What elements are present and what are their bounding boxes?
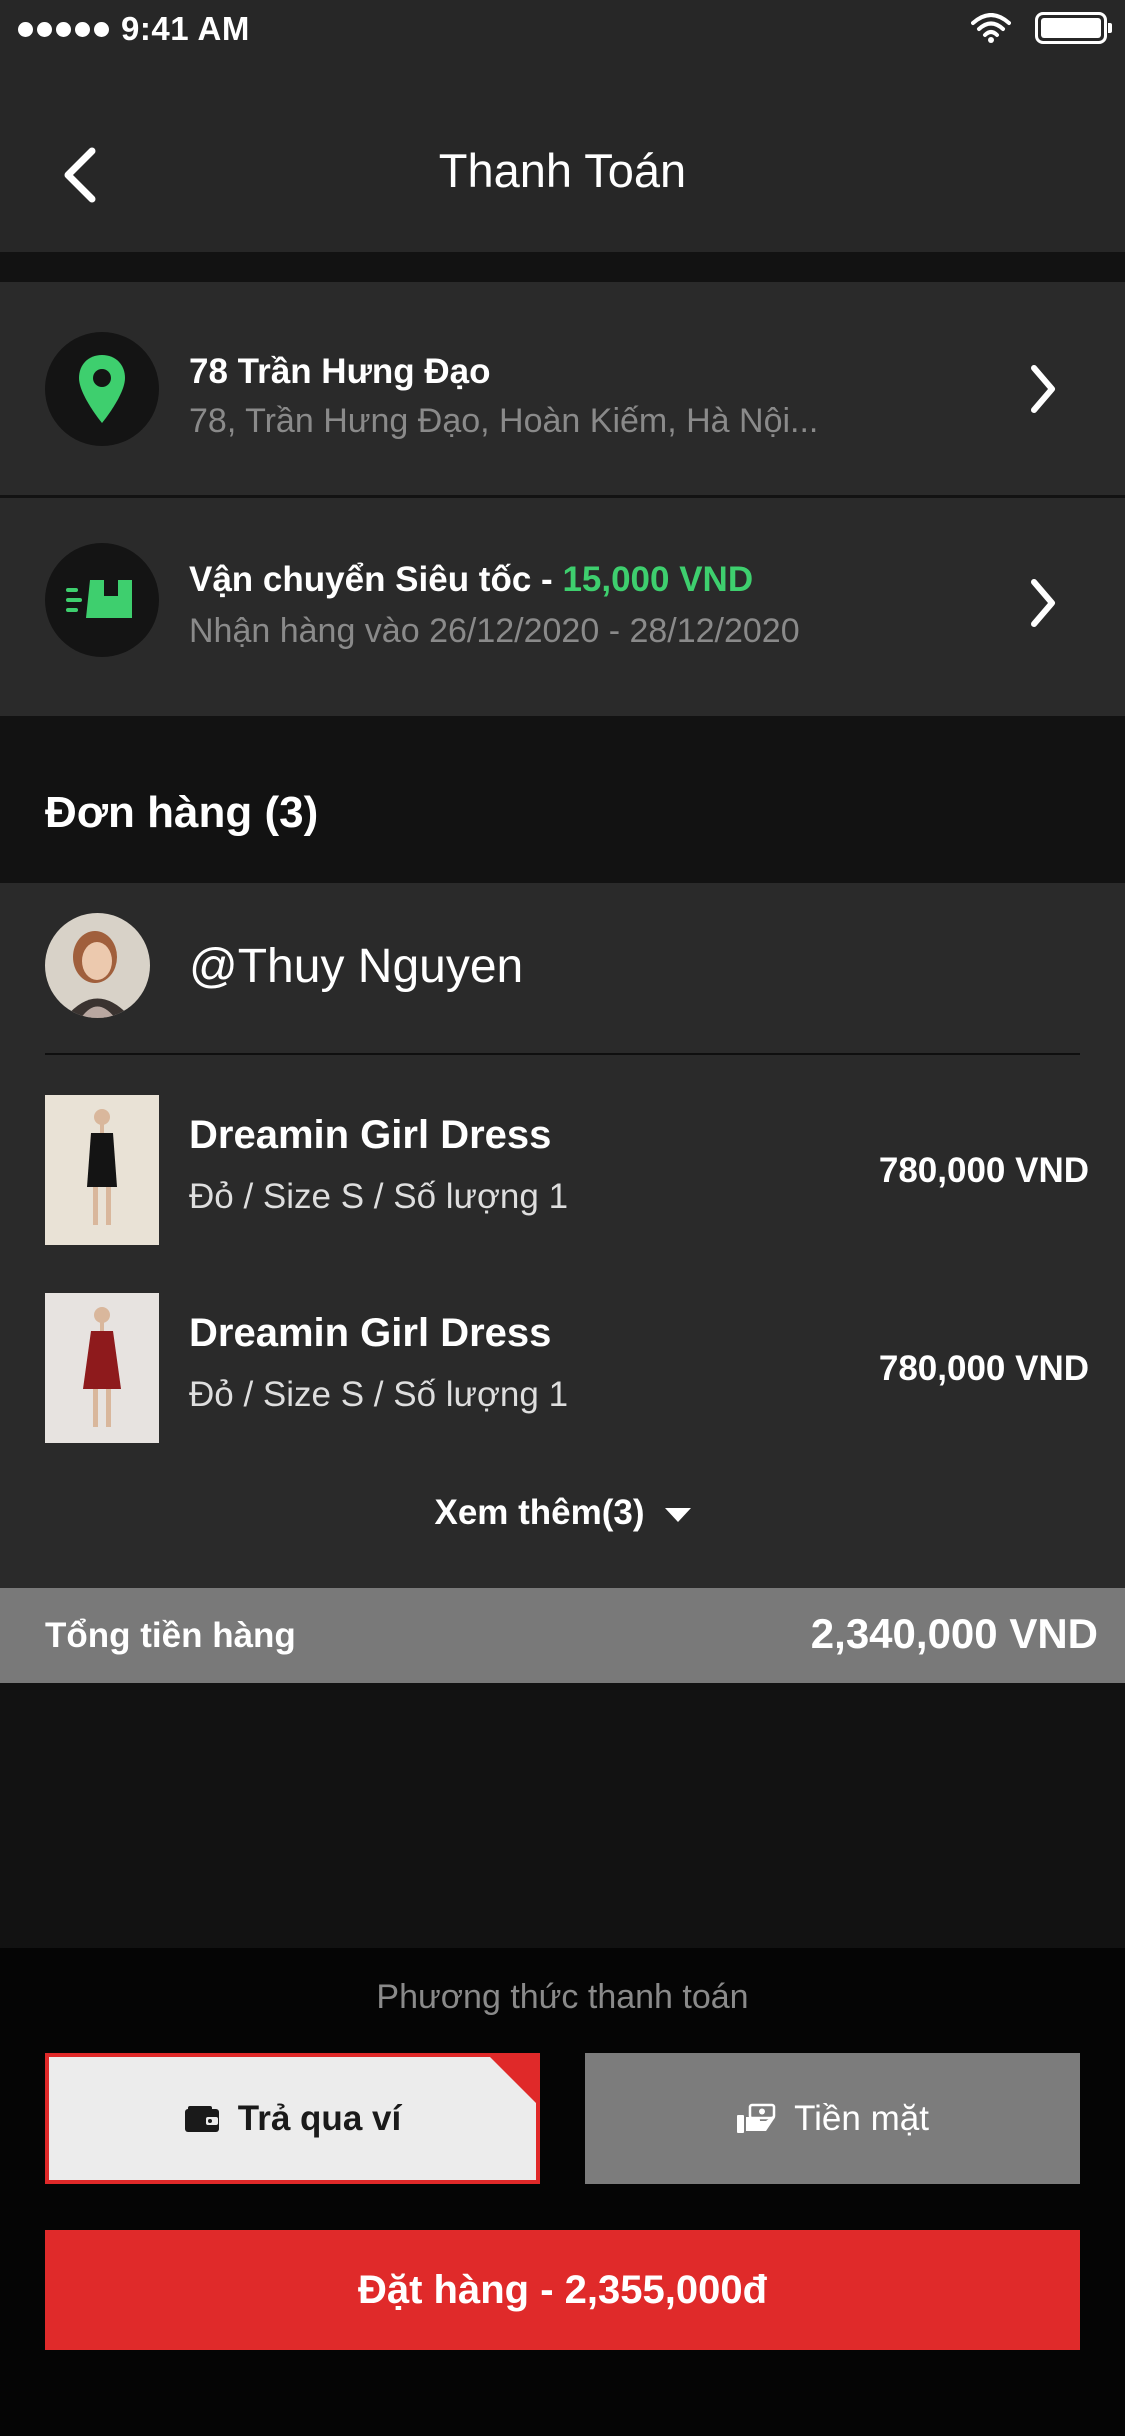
location-pin-icon	[79, 355, 125, 423]
product-item[interactable]: Dreamin Girl Dress Đỏ / Size S / Số lượn…	[0, 1095, 1125, 1245]
address-title: 78 Trần Hưng Đạo	[189, 352, 491, 391]
product-name: Dreamin Girl Dress	[189, 1311, 552, 1355]
status-right	[971, 12, 1112, 44]
product-item[interactable]: Dreamin Girl Dress Đỏ / Size S / Số lượn…	[0, 1293, 1125, 1443]
pay-wallet-button[interactable]: Trả qua ví	[45, 2053, 540, 2184]
wifi-icon	[971, 13, 1011, 43]
wallet-icon	[184, 2105, 219, 2132]
pay-cash-label: Tiền mặt	[794, 2098, 929, 2138]
product-thumbnail	[45, 1095, 159, 1245]
page-title: Thanh Toán	[438, 144, 687, 197]
product-variant: Đỏ / Size S / Số lượng 1	[189, 1375, 569, 1414]
product-variant: Đỏ / Size S / Số lượng 1	[189, 1177, 569, 1216]
selected-corner-indicator	[490, 2057, 536, 2103]
payment-method-label: Phương thức thanh toán	[376, 1978, 749, 2016]
pay-wallet-label: Trả qua ví	[237, 2098, 402, 2138]
total-value: 2,340,000 VND	[810, 1610, 1098, 1657]
order-card: @Thuy Nguyen Dreamin Girl Dress Đỏ / Siz…	[0, 883, 1125, 1588]
place-order-label: Đặt hàng - 2,355,000đ	[357, 2267, 768, 2312]
product-price: 780,000 VND	[878, 1349, 1089, 1388]
nav-bar: Thanh Toán	[0, 60, 1125, 252]
battery-level	[1041, 18, 1101, 38]
shipping-icon-circle	[45, 543, 159, 657]
product-image-red-dress	[45, 1293, 159, 1443]
caret-down-icon	[664, 1508, 691, 1522]
product-thumbnail	[45, 1293, 159, 1443]
status-bar: 9:41 AM	[0, 0, 1125, 60]
product-image-black-dress	[45, 1095, 159, 1245]
fast-delivery-icon	[66, 580, 132, 618]
chevron-right-icon	[1031, 365, 1055, 413]
address-chevron[interactable]	[1023, 359, 1063, 419]
seller-avatar-image	[45, 913, 150, 1018]
shipping-method: Vận chuyển Siêu tốc -	[189, 560, 553, 599]
battery-icon	[1035, 12, 1112, 44]
status-time: 9:41 AM	[121, 10, 250, 47]
address-row[interactable]: 78 Trần Hưng Đạo 78, Trần Hưng Đạo, Hoàn…	[0, 282, 1125, 495]
shipping-fee: 15,000 VND	[562, 560, 754, 599]
cash-hand-icon	[737, 2103, 776, 2133]
divider	[45, 1053, 1080, 1055]
place-order-button[interactable]: Đặt hàng - 2,355,000đ	[45, 2230, 1080, 2350]
checkout-panel: Phương thức thanh toán Trả qua ví Tiền m…	[0, 1948, 1125, 2436]
shipping-chevron[interactable]	[1023, 573, 1063, 633]
total-label: Tổng tiền hàng	[45, 1616, 296, 1655]
status-left: 9:41 AM	[18, 10, 250, 48]
signal-strength-icon	[18, 21, 109, 37]
product-name: Dreamin Girl Dress	[189, 1113, 552, 1157]
address-detail: 78, Trần Hưng Đạo, Hoàn Kiếm, Hà Nội...	[189, 402, 819, 440]
address-icon-circle	[45, 332, 159, 446]
see-more-label: Xem thêm(3)	[434, 1493, 645, 1532]
shipping-row[interactable]: Vận chuyển Siêu tốc - 15,000 VND Nhận hà…	[0, 498, 1125, 716]
shipping-title: Vận chuyển Siêu tốc - 15,000 VND	[189, 560, 753, 600]
shipping-delivery-date: Nhận hàng vào 26/12/2020 - 28/12/2020	[189, 612, 800, 650]
seller-name[interactable]: @Thuy Nguyen	[189, 939, 523, 994]
pay-cash-button[interactable]: Tiền mặt	[585, 2053, 1080, 2184]
chevron-right-icon	[1031, 579, 1055, 627]
see-more-button[interactable]: Xem thêm(3)	[0, 1493, 1125, 1533]
total-bar: Tổng tiền hàng 2,340,000 VND	[0, 1588, 1125, 1683]
product-price: 780,000 VND	[878, 1151, 1089, 1190]
order-heading: Đơn hàng (3)	[45, 788, 319, 837]
seller-avatar[interactable]	[45, 913, 150, 1018]
